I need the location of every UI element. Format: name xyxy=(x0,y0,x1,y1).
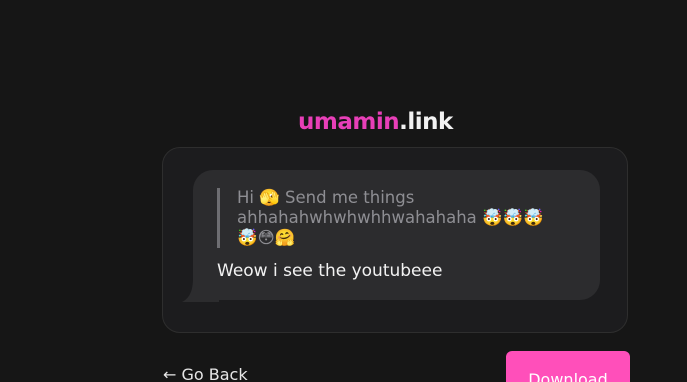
chat-bubble: Hi 🫣 Send me things ahhahahwhwhwhhwahaha… xyxy=(182,170,600,302)
page: umamin .link Hi 🫣 Send me things ahhahahw… xyxy=(0,0,687,382)
go-back-link[interactable]: ← Go Back xyxy=(163,364,248,382)
bubble-tail-shape xyxy=(182,266,219,302)
reply-message: Weow i see the youtubeee xyxy=(217,261,443,281)
logo-suffix-text: .link xyxy=(399,109,453,135)
download-button[interactable]: Download xyxy=(506,351,630,382)
message-card: Hi 🫣 Send me things ahhahahwhwhwhhwahaha… xyxy=(162,147,628,333)
logo-main-text: umamin xyxy=(298,109,400,135)
quoted-message: Hi 🫣 Send me things ahhahahwhwhwhhwahaha… xyxy=(217,188,562,248)
site-logo[interactable]: umamin .link xyxy=(298,110,453,134)
